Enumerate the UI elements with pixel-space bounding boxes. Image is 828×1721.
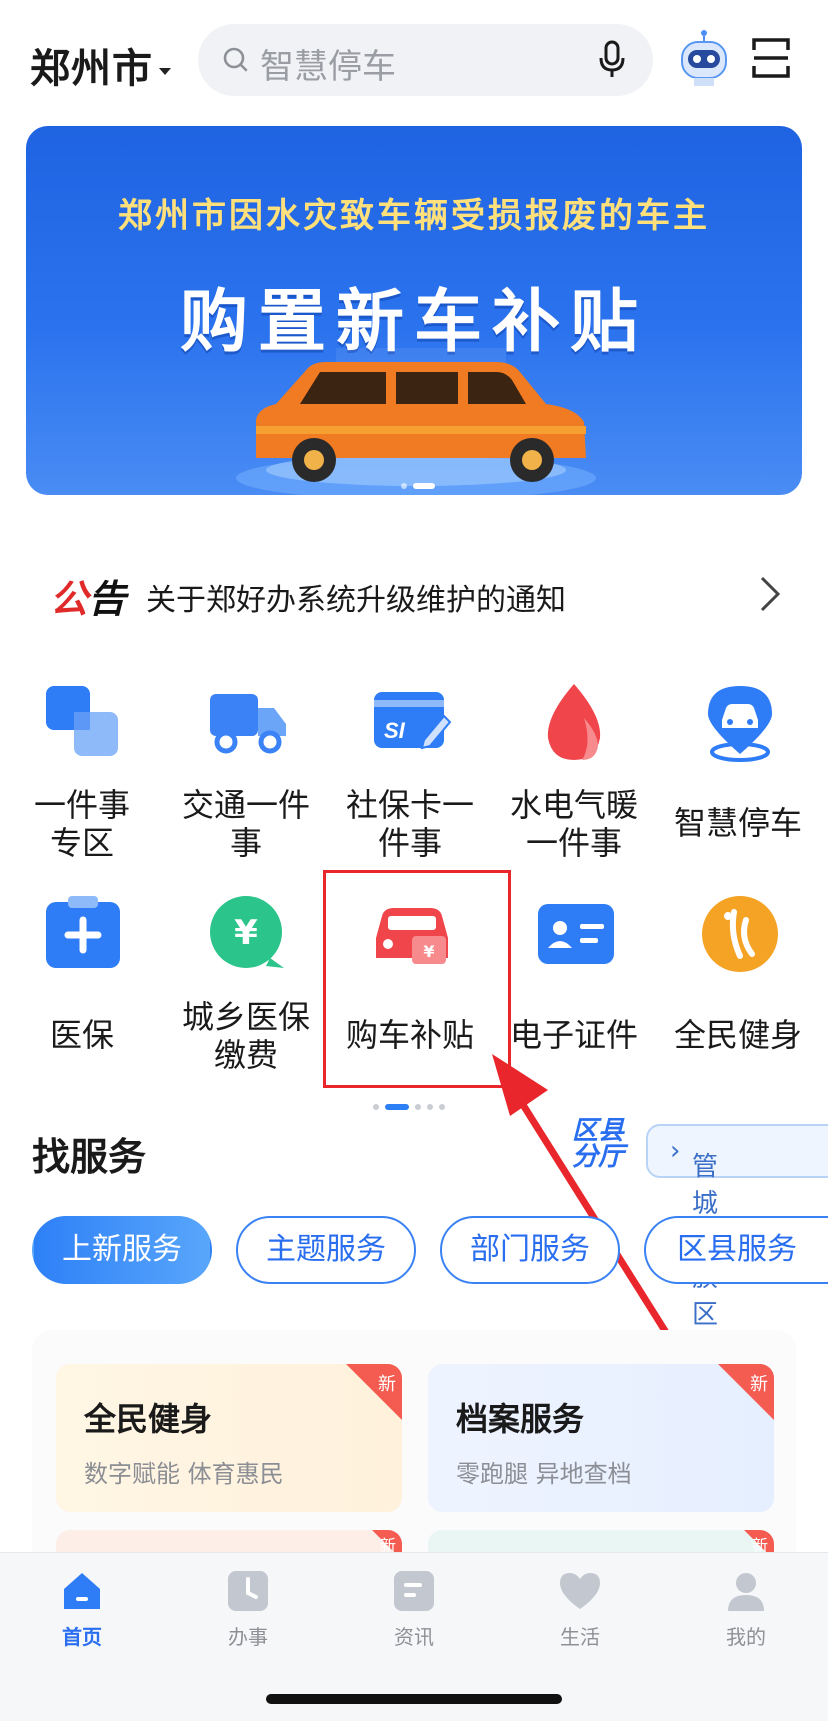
scan-icon[interactable] <box>752 38 790 78</box>
banner-pager <box>398 474 438 493</box>
microphone-icon[interactable] <box>597 40 627 80</box>
tab-news[interactable]: 资讯 <box>364 1569 464 1650</box>
search-placeholder: 智慧停车 <box>260 47 396 87</box>
card-archive[interactable]: 档案服务 零跑腿 异地查档 新 <box>428 1364 774 1512</box>
section-title: 找服务 <box>32 1135 147 1179</box>
yuan-chat-icon: ¥ <box>210 896 284 968</box>
car-illustration <box>236 348 596 495</box>
notice-badge: 公告 <box>50 577 127 621</box>
tab-new-services[interactable]: 上新服务 <box>32 1216 212 1284</box>
promo-banner[interactable]: 郑州市因水灾致车辆受损报废的车主 购置新车补贴 <box>26 126 802 495</box>
tab-profile[interactable]: 我的 <box>696 1569 796 1650</box>
clock-icon <box>228 1571 268 1611</box>
flame-icon <box>547 684 601 760</box>
chevron-down-icon <box>159 67 171 75</box>
truck-icon <box>210 694 286 754</box>
notice-bar[interactable]: 公告 关于郑好办系统升级维护的通知 <box>50 566 790 622</box>
grid-item-fitness[interactable]: 全民健身 <box>656 894 820 1074</box>
card-fitness[interactable]: 全民健身 数字赋能 体育惠民 新 <box>56 1364 402 1512</box>
tab-district-services[interactable]: 区县服务 <box>644 1216 828 1284</box>
grid-item-utilities[interactable]: 水电气暖 一件事 <box>492 682 656 862</box>
grid-item-medical-insurance[interactable]: 医保 <box>0 894 164 1074</box>
user-icon <box>728 1573 764 1611</box>
medical-clipboard-icon <box>46 896 120 968</box>
tab-home[interactable]: 首页 <box>32 1569 132 1650</box>
annotation-arrow <box>492 1054 675 1344</box>
heart-icon <box>560 1573 600 1609</box>
grid-item-social-security[interactable]: SI 社保卡一 件事 <box>328 682 492 862</box>
home-indicator <box>266 1694 562 1704</box>
search-icon <box>223 47 248 72</box>
city-label: 郑州市 <box>30 46 153 92</box>
banner-subtitle: 郑州市因水灾致车辆受损报废的车主 <box>118 196 710 236</box>
squares-icon <box>46 686 118 756</box>
notice-text: 关于郑好办系统升级维护的通知 <box>146 583 566 618</box>
svg-text:¥: ¥ <box>234 913 258 953</box>
si-card-icon: SI <box>374 692 452 750</box>
grid-item-traffic[interactable]: 交通一件 事 <box>164 682 328 862</box>
grid-item-insurance-payment[interactable]: ¥ 城乡医保 缴费 <box>164 894 328 1074</box>
district-selector[interactable]: 管城回族区 › <box>646 1124 828 1330</box>
grid-pager <box>370 1096 448 1115</box>
tab-department-services[interactable]: 部门服务 <box>440 1216 620 1284</box>
grid-item-one-thing-zone[interactable]: 一件事 专区 <box>0 682 164 862</box>
tab-theme-services[interactable]: 主题服务 <box>236 1216 416 1284</box>
news-icon <box>394 1571 434 1611</box>
grid-item-smart-parking[interactable]: 智慧停车 <box>656 682 820 862</box>
fitness-logo-icon <box>702 896 778 972</box>
district-hall-logo: 区县 分厅 <box>572 1116 625 1172</box>
top-bar: 郑州市 智慧停车 <box>0 0 828 120</box>
robot-assistant-icon[interactable] <box>676 28 732 90</box>
district-label: 管城回族区 › <box>670 1136 719 1330</box>
city-selector[interactable]: 郑州市 <box>30 36 171 94</box>
home-icon <box>64 1573 100 1609</box>
id-card-icon <box>538 904 614 964</box>
chevron-right-icon <box>760 576 781 612</box>
tab-services[interactable]: 办事 <box>198 1569 298 1650</box>
tab-life[interactable]: 生活 <box>530 1569 630 1650</box>
svg-text:SI: SI <box>384 718 406 743</box>
search-input[interactable]: 智慧停车 <box>198 24 653 96</box>
parking-location-icon <box>708 686 772 762</box>
